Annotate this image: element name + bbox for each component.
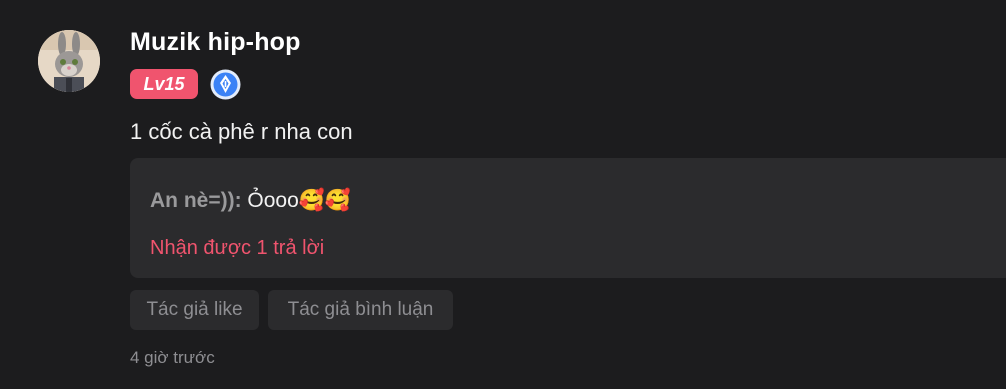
- reply-preview[interactable]: An nè=)): Ỏooo🥰🥰 Nhận được 1 trả lời: [130, 158, 1006, 278]
- avatar-image: [38, 30, 100, 92]
- author-comment-tag: Tác giả bình luận: [268, 290, 453, 330]
- level-badge: Lv15: [130, 69, 198, 99]
- reply-text: Ỏooo🥰🥰: [241, 189, 352, 212]
- comment-text: 1 cốc cà phê r nha con: [130, 119, 353, 144]
- reply-author[interactable]: An nè=)):: [150, 189, 242, 212]
- timestamp: 4 giờ trước: [130, 348, 215, 367]
- view-replies-link[interactable]: Nhận được 1 trả lời: [150, 237, 324, 260]
- blue-crest-icon: [209, 68, 242, 101]
- avatar[interactable]: [38, 30, 100, 92]
- author-like-tag: Tác giả like: [130, 290, 259, 330]
- reply-preview-line: An nè=)): Ỏooo🥰🥰: [150, 189, 351, 213]
- comment-item: Muzik hip-hop Lv15 1 cốc cà phê r nha co…: [0, 0, 1006, 389]
- username[interactable]: Muzik hip-hop: [130, 28, 301, 57]
